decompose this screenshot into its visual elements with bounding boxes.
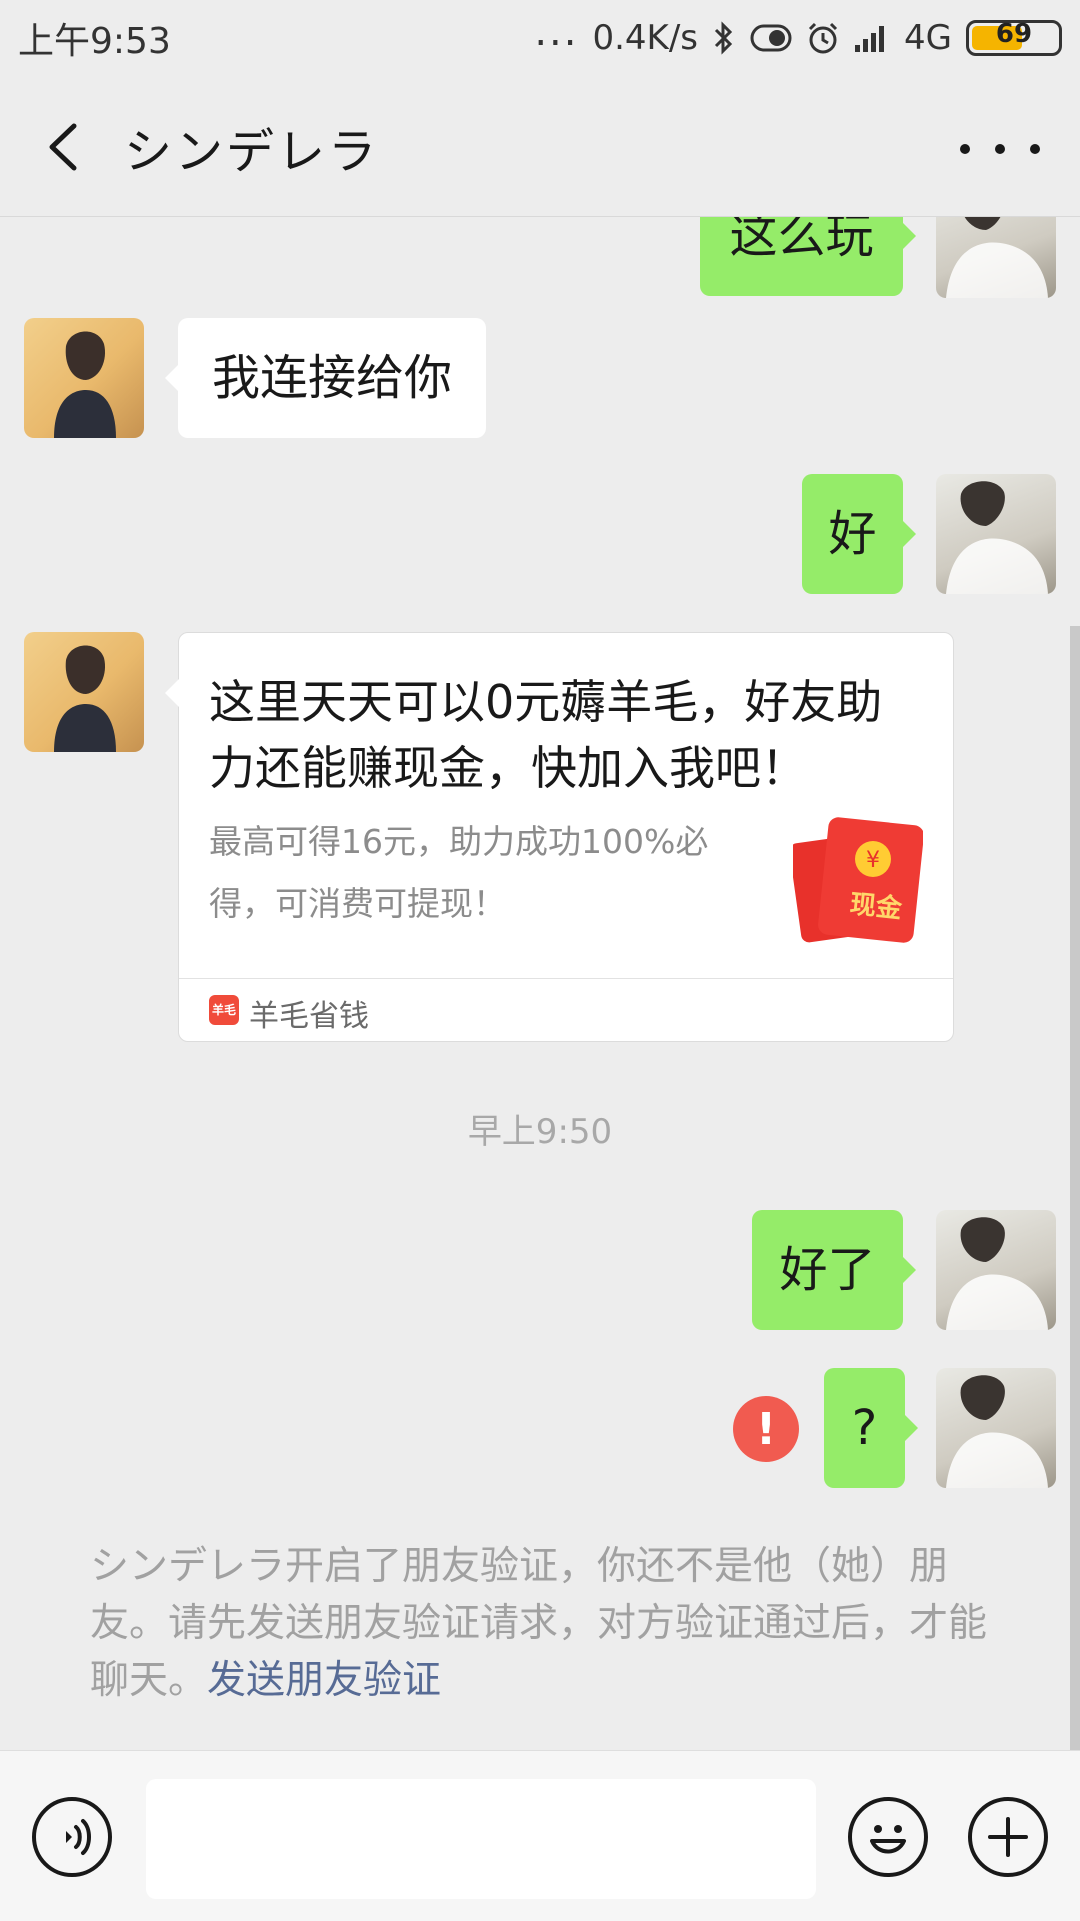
status-time: 上午9:53 (18, 21, 171, 62)
network-type: 4G (904, 18, 952, 58)
message-bubble-me[interactable]: 好了 (752, 1210, 916, 1330)
status-indicators: ... 0.4K/s 4G 69 (534, 12, 1062, 64)
message-text: 好了 (779, 1242, 876, 1298)
chat-header: シンデレラ (0, 76, 1080, 217)
battery-icon: 69 (966, 19, 1062, 56)
signal-icon (854, 23, 890, 53)
avatar-me[interactable] (936, 474, 1056, 594)
more-dot (960, 144, 970, 154)
cash-label: 现金 (848, 888, 904, 924)
plus-icon (988, 1817, 1028, 1857)
yuan-symbol: ¥ (866, 848, 880, 873)
toggle-icon (750, 24, 792, 52)
more-dot (995, 144, 1005, 154)
voice-button[interactable] (32, 1797, 112, 1877)
card-footer: 羊毛 羊毛省钱 (179, 978, 953, 1041)
card-title: 这里天天可以0元薅羊毛，好友助力还能赚现金，快加入我吧！ (209, 675, 883, 795)
message-bubble-me[interactable]: 这么玩 (700, 216, 916, 296)
status-bar: 上午9:53 ... 0.4K/s 4G 69 (0, 0, 1080, 76)
avatar-contact[interactable] (24, 318, 144, 438)
more-button[interactable] (960, 124, 1040, 174)
emoji-button[interactable] (848, 1797, 928, 1877)
voice-icon (66, 1819, 91, 1855)
avatar-me[interactable] (936, 1210, 1056, 1330)
red-envelope-image: ¥ 现金 (789, 817, 924, 947)
back-button[interactable] (30, 112, 100, 182)
message-text: 这么玩 (729, 216, 874, 264)
message-input[interactable] (146, 1779, 816, 1899)
chevron-left-icon (49, 123, 77, 171)
card-description: 最高可得16元，助力成功100%必得，可消费可提现！ (209, 822, 709, 923)
message-text: ? (851, 1400, 878, 1456)
emoji-icon (870, 1825, 906, 1854)
message-text: 好 (828, 506, 877, 562)
input-bar (0, 1750, 1080, 1921)
timestamp: 早上9:50 (467, 1112, 613, 1152)
avatar-me[interactable] (936, 1368, 1056, 1488)
app-icon: 羊毛 (209, 995, 239, 1025)
system-notice: シンデレラ开启了朋友验证，你还不是他（她）朋友。请先发送朋友验证请求，对方验证通… (90, 1538, 1000, 1709)
message-text: 我连接给你 (211, 350, 452, 406)
plus-button[interactable] (968, 1797, 1048, 1877)
mini-program-card[interactable]: 这里天天可以0元薅羊毛，好友助力还能赚现金，快加入我吧！ 最高可得16元，助力成… (165, 632, 954, 1042)
send-verification-link[interactable]: 发送朋友验证 (207, 1658, 441, 1703)
alarm-icon (806, 21, 840, 55)
message-bubble-me[interactable]: ? (824, 1368, 918, 1488)
avatar-contact[interactable] (24, 632, 144, 752)
chat-area[interactable]: 这么玩 我连接给你 好 这里天天可以0元薅羊毛，好友助力还能赚现金，快加入我吧！… (0, 216, 1080, 1750)
app-name: 羊毛省钱 (249, 999, 369, 1034)
scrollbar[interactable] (1070, 626, 1080, 1752)
battery-level: 69 (995, 19, 1033, 49)
chat-title: シンデレラ (124, 124, 380, 180)
network-speed: 0.4K/s (592, 18, 699, 58)
bluetooth-icon (712, 21, 736, 55)
message-bubble-contact[interactable]: 我连接给你 (165, 318, 486, 438)
status-dots: ... (534, 9, 579, 55)
send-failed-icon[interactable]: ! (733, 1396, 799, 1462)
more-dot (1030, 144, 1040, 154)
avatar-me[interactable] (936, 216, 1056, 298)
message-bubble-me[interactable]: 好 (802, 474, 916, 594)
